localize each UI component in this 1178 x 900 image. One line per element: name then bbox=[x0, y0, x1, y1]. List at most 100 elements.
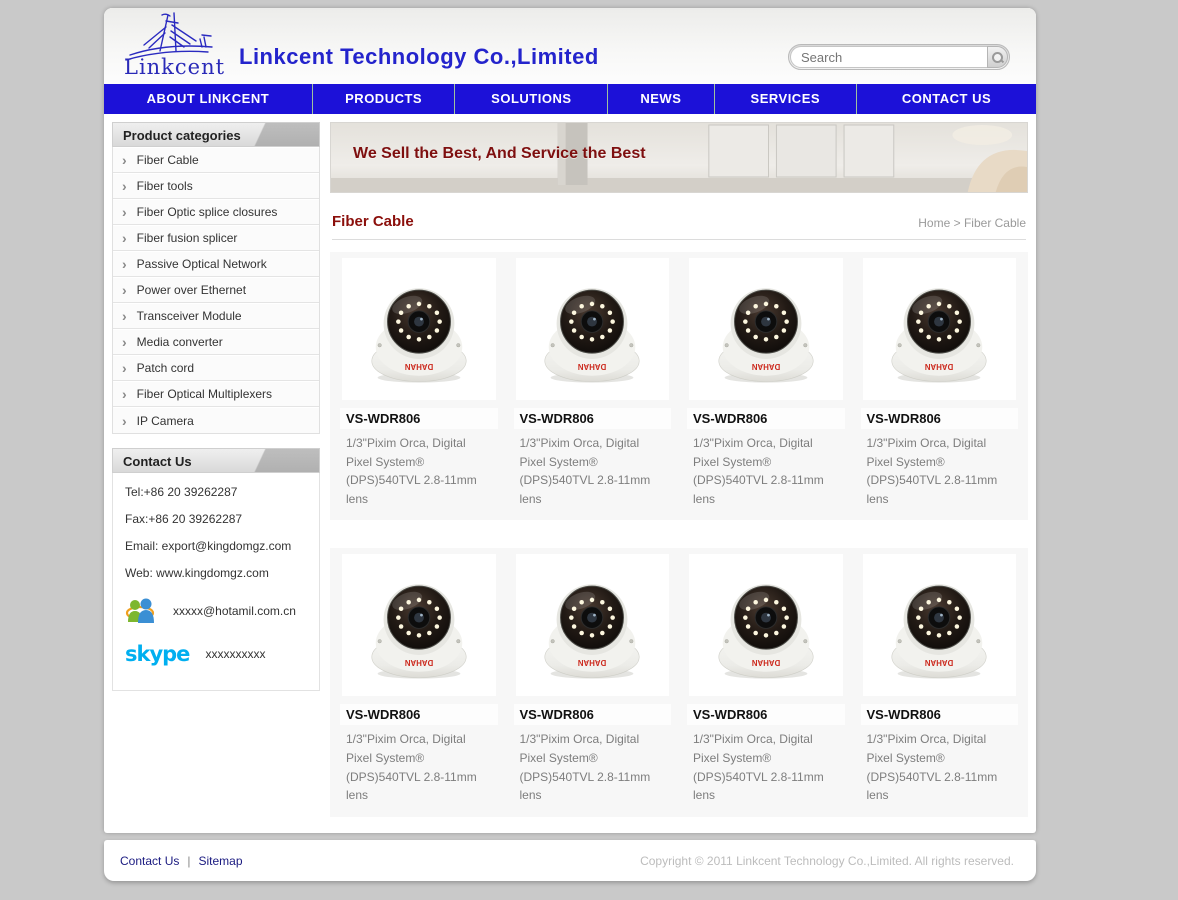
category-label: Fiber tools bbox=[137, 179, 193, 193]
search-input[interactable] bbox=[790, 46, 987, 68]
nav-news[interactable]: NEWS bbox=[607, 84, 713, 114]
contact-fax: Fax:+86 20 39262287 bbox=[125, 512, 309, 526]
footer: Contact Us | Sitemap Copyright © 2011 Li… bbox=[104, 840, 1036, 881]
chevron-right-icon: › bbox=[122, 205, 127, 219]
sidebar: Product categories › Fiber Cable › Fiber… bbox=[112, 122, 320, 817]
product-description: 1/3"Pixim Orca, Digital Pixel System® (D… bbox=[859, 725, 1021, 804]
dome-camera-image bbox=[707, 566, 825, 684]
nav-solutions[interactable]: SOLUTIONS bbox=[454, 84, 607, 114]
search-icon bbox=[992, 52, 1003, 63]
sidebar-item-fiber-optical-multiplexers[interactable]: › Fiber Optical Multiplexers bbox=[113, 381, 319, 407]
logo-wordmark: Linkcent bbox=[124, 55, 225, 79]
product-description: 1/3"Pixim Orca, Digital Pixel System® (D… bbox=[859, 429, 1021, 508]
contact-us-header: Contact Us bbox=[112, 448, 320, 473]
product-description: 1/3"Pixim Orca, Digital Pixel System® (D… bbox=[685, 725, 847, 804]
sidebar-item-fiber-fusion-splicer[interactable]: › Fiber fusion splicer bbox=[113, 225, 319, 251]
footer-link-separator: | bbox=[187, 854, 190, 868]
products-row-2: VS-WDR806 1/3"Pixim Orca, Digital Pixel … bbox=[330, 548, 1028, 816]
page-container: Linkcent Linkcent Technology Co.,Limited… bbox=[104, 8, 1036, 881]
product-name: VS-WDR806 bbox=[340, 704, 498, 725]
sidebar-item-ip-camera[interactable]: › IP Camera bbox=[113, 407, 319, 433]
product-card-4[interactable]: VS-WDR806 1/3"Pixim Orca, Digital Pixel … bbox=[853, 256, 1027, 508]
nav-about-linkcent[interactable]: ABOUT LINKCENT bbox=[104, 84, 312, 114]
page-title-row: Fiber Cable Home > Fiber Cable bbox=[332, 213, 1026, 240]
chevron-right-icon: › bbox=[122, 361, 127, 375]
chevron-right-icon: › bbox=[122, 335, 127, 349]
nav-contact-us[interactable]: CONTACT US bbox=[856, 84, 1036, 114]
product-categories-header: Product categories bbox=[112, 122, 320, 147]
product-card-2[interactable]: VS-WDR806 1/3"Pixim Orca, Digital Pixel … bbox=[506, 256, 680, 508]
breadcrumb: Home > Fiber Cable bbox=[918, 216, 1026, 230]
product-image-box bbox=[342, 554, 496, 696]
product-image-box bbox=[516, 554, 670, 696]
product-card-1[interactable]: VS-WDR806 1/3"Pixim Orca, Digital Pixel … bbox=[332, 256, 506, 508]
sidebar-item-patch-cord[interactable]: › Patch cord bbox=[113, 355, 319, 381]
product-image-box bbox=[342, 258, 496, 400]
sidebar-item-fiber-optic-splice-closures[interactable]: › Fiber Optic splice closures bbox=[113, 199, 319, 225]
dome-camera-image bbox=[533, 566, 651, 684]
main-navigation: ABOUT LINKCENT PRODUCTS SOLUTIONS NEWS S… bbox=[104, 84, 1036, 114]
category-label: Patch cord bbox=[137, 361, 194, 375]
company-name: Linkcent Technology Co.,Limited bbox=[239, 44, 599, 70]
category-label: Transceiver Module bbox=[137, 309, 242, 323]
breadcrumb-home-link[interactable]: Home bbox=[918, 216, 950, 230]
sidebar-item-passive-optical-network[interactable]: › Passive Optical Network bbox=[113, 251, 319, 277]
footer-sitemap-link[interactable]: Sitemap bbox=[198, 854, 242, 868]
footer-contact-us-link[interactable]: Contact Us bbox=[120, 854, 179, 868]
product-card-8[interactable]: VS-WDR806 1/3"Pixim Orca, Digital Pixel … bbox=[853, 552, 1027, 804]
hero-banner: We Sell the Best, And Service the Best bbox=[330, 122, 1028, 193]
chevron-right-icon: › bbox=[122, 283, 127, 297]
dome-camera-image bbox=[707, 270, 825, 388]
sidebar-item-power-over-ethernet[interactable]: › Power over Ethernet bbox=[113, 277, 319, 303]
product-name: VS-WDR806 bbox=[861, 704, 1019, 725]
category-list: › Fiber Cable › Fiber tools › Fiber Opti… bbox=[112, 147, 320, 434]
logo[interactable]: Linkcent bbox=[116, 11, 236, 81]
product-card-6[interactable]: VS-WDR806 1/3"Pixim Orca, Digital Pixel … bbox=[506, 552, 680, 804]
product-name: VS-WDR806 bbox=[514, 408, 672, 429]
contact-email: Email: export@kingdomgz.com bbox=[125, 539, 309, 553]
category-label: Fiber Optic splice closures bbox=[137, 205, 278, 219]
chevron-right-icon: › bbox=[122, 179, 127, 193]
breadcrumb-separator: > bbox=[954, 216, 961, 230]
dome-camera-image bbox=[880, 566, 998, 684]
copyright-text: Copyright © 2011 Linkcent Technology Co.… bbox=[640, 854, 1014, 868]
category-label: Media converter bbox=[137, 335, 223, 349]
contact-tel: Tel:+86 20 39262287 bbox=[125, 485, 309, 499]
products-row-1: VS-WDR806 1/3"Pixim Orca, Digital Pixel … bbox=[330, 252, 1028, 520]
product-card-5[interactable]: VS-WDR806 1/3"Pixim Orca, Digital Pixel … bbox=[332, 552, 506, 804]
category-label: IP Camera bbox=[137, 414, 194, 428]
product-card-7[interactable]: VS-WDR806 1/3"Pixim Orca, Digital Pixel … bbox=[679, 552, 853, 804]
sidebar-item-transceiver-module[interactable]: › Transceiver Module bbox=[113, 303, 319, 329]
site-header: Linkcent Linkcent Technology Co.,Limited bbox=[104, 8, 1036, 84]
contact-details: Tel:+86 20 39262287 Fax:+86 20 39262287 … bbox=[112, 473, 320, 691]
product-name: VS-WDR806 bbox=[861, 408, 1019, 429]
skype-row: skype xxxxxxxxxx bbox=[125, 642, 309, 666]
contact-web: Web: www.kingdomgz.com bbox=[125, 566, 309, 580]
search-button[interactable] bbox=[987, 46, 1008, 68]
msn-address: xxxxx@hotamil.com.cn bbox=[173, 604, 296, 618]
skype-id: xxxxxxxxxx bbox=[205, 647, 265, 661]
breadcrumb-current: Fiber Cable bbox=[964, 216, 1026, 230]
sidebar-item-fiber-tools[interactable]: › Fiber tools bbox=[113, 173, 319, 199]
product-card-3[interactable]: VS-WDR806 1/3"Pixim Orca, Digital Pixel … bbox=[679, 256, 853, 508]
dome-camera-image bbox=[360, 270, 478, 388]
sidebar-item-media-converter[interactable]: › Media converter bbox=[113, 329, 319, 355]
product-description: 1/3"Pixim Orca, Digital Pixel System® (D… bbox=[338, 429, 500, 508]
msn-row: xxxxx@hotamil.com.cn bbox=[125, 596, 309, 626]
chevron-right-icon: › bbox=[122, 153, 127, 167]
chevron-right-icon: › bbox=[122, 414, 127, 428]
content-area: Product categories › Fiber Cable › Fiber… bbox=[104, 114, 1036, 825]
product-name: VS-WDR806 bbox=[340, 408, 498, 429]
nav-services[interactable]: SERVICES bbox=[714, 84, 857, 114]
banner-slogan: We Sell the Best, And Service the Best bbox=[353, 145, 646, 163]
nav-products[interactable]: PRODUCTS bbox=[312, 84, 455, 114]
category-label: Power over Ethernet bbox=[137, 283, 246, 297]
product-image-box bbox=[863, 554, 1017, 696]
sidebar-item-fiber-cable[interactable]: › Fiber Cable bbox=[113, 147, 319, 173]
product-description: 1/3"Pixim Orca, Digital Pixel System® (D… bbox=[685, 429, 847, 508]
category-label: Fiber Cable bbox=[137, 153, 199, 167]
main-column: We Sell the Best, And Service the Best F… bbox=[320, 122, 1028, 817]
category-label: Passive Optical Network bbox=[137, 257, 267, 271]
main-card: Linkcent Linkcent Technology Co.,Limited… bbox=[104, 8, 1036, 833]
chevron-right-icon: › bbox=[122, 309, 127, 323]
